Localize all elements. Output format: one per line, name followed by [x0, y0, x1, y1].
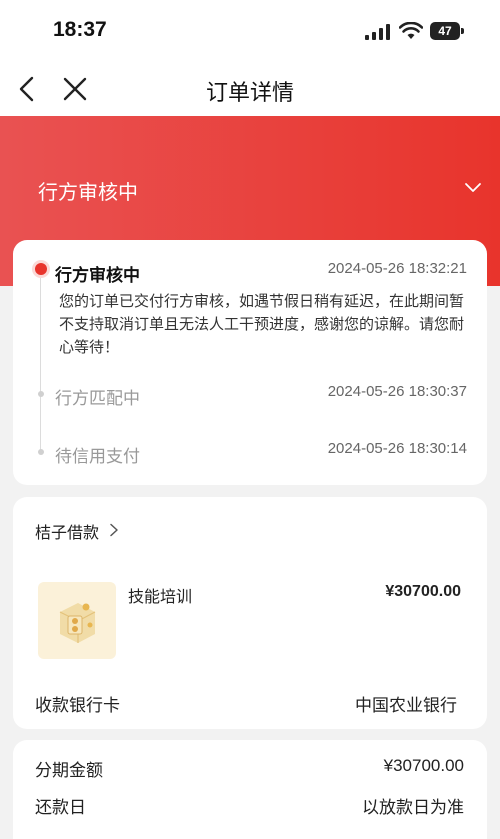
product-icon — [59, 603, 96, 643]
product-name: 技能培训 — [128, 587, 193, 606]
timeline-dot — [38, 449, 44, 455]
battery-icon: 47 — [430, 22, 460, 40]
order-status: 行方审核中 — [38, 180, 138, 204]
installment-amount-value: ¥30700.00 — [383, 756, 464, 775]
status-time: 18:37 — [53, 18, 107, 41]
timeline-step-desc: 您的订单已交付行方审核，如遇节假日稍有延迟，在此期间暂不支持取消订单且无法人工干… — [59, 292, 465, 356]
timeline-step-time: 2024-05-26 18:30:37 — [327, 383, 467, 400]
timeline-dot — [38, 391, 44, 397]
timeline-card: 行方审核中 2024-05-26 18:32:21 您的订单已交付行方审核，如遇… — [13, 240, 487, 485]
installment-amount-label: 分期金额 — [35, 761, 103, 781]
repayment-date-value: 以放款日为准 — [362, 798, 464, 818]
timeline-step-time: 2024-05-26 18:30:14 — [327, 440, 467, 457]
nav-bar: 订单详情 — [0, 62, 500, 116]
bank-card-value: 中国农业银行 — [355, 696, 457, 716]
order-card: 桔子借款 技能培训 ¥30700.00 收款银行卡 中国农业银行 — [13, 497, 487, 729]
wifi-icon — [399, 22, 423, 39]
chevron-down-icon[interactable] — [464, 182, 482, 194]
shop-name-link[interactable]: 桔子借款 — [35, 519, 99, 543]
product-price: ¥30700.00 — [385, 583, 461, 600]
installment-card: 分期金额 ¥30700.00 还款日 以放款日为准 — [13, 740, 487, 839]
timeline-step-title: 行方匹配中 — [55, 389, 140, 409]
repayment-date-label: 还款日 — [35, 798, 86, 818]
timeline-step-title: 待信用支付 — [55, 447, 140, 467]
page-title: 订单详情 — [205, 81, 294, 106]
signal-icon — [365, 24, 390, 40]
battery-cap — [461, 28, 464, 34]
timeline-line — [40, 272, 41, 454]
timeline-step-title: 行方审核中 — [55, 266, 140, 286]
timeline-step-time: 2024-05-26 18:32:21 — [327, 260, 467, 277]
status-bar: 18:37 47 — [0, 0, 500, 62]
product-image[interactable] — [38, 582, 116, 659]
chevron-right-icon[interactable] — [109, 523, 119, 537]
bank-card-label: 收款银行卡 — [35, 696, 120, 716]
timeline-dot-active — [35, 263, 47, 275]
